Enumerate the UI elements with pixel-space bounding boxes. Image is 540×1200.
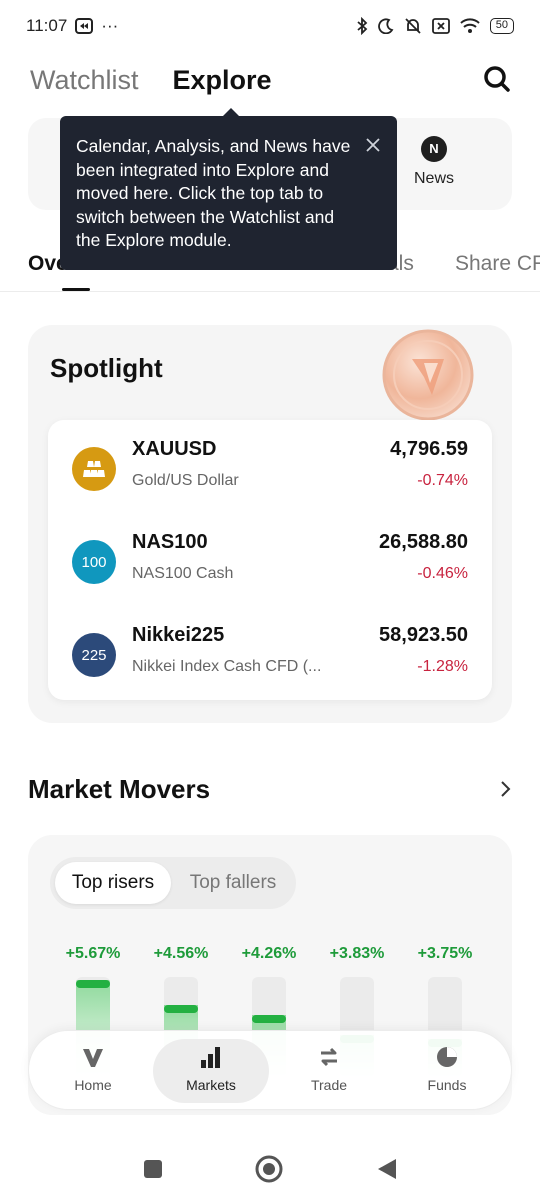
nav-markets-label: Markets	[186, 1077, 236, 1093]
nav-home-label: Home	[74, 1077, 112, 1093]
toggle-top-fallers[interactable]: Top fallers	[174, 862, 292, 904]
mover-change-label[interactable]: +3.83%	[320, 945, 394, 963]
tooltip-text: Calendar, Analysis, and News have been i…	[76, 136, 351, 250]
news-label: News	[413, 170, 454, 187]
spotlight-row-xauusd[interactable]: XAUUSD Gold/US Dollar 4,796.59 -0.74%	[48, 420, 492, 513]
bell-muted-icon	[404, 17, 422, 35]
home-circle-icon[interactable]	[254, 1154, 284, 1184]
spotlight-card: Spotlight XAUUSD Gold/US Dollar 4,796.59	[28, 325, 512, 723]
mover-change-label[interactable]: +4.56%	[144, 945, 218, 963]
top-header: Watchlist Explore	[0, 56, 540, 104]
tab-watchlist[interactable]: Watchlist	[30, 65, 139, 96]
gold-bars-icon	[72, 447, 116, 491]
tab-explore[interactable]: Explore	[173, 65, 272, 96]
news-icon: N	[421, 136, 447, 162]
nav-funds[interactable]: Funds	[387, 1031, 507, 1111]
swap-arrows-icon	[317, 1045, 341, 1069]
close-icon[interactable]	[365, 136, 381, 152]
mover-change-label[interactable]: +5.67%	[56, 945, 130, 963]
tooltip-arrow	[222, 108, 240, 117]
battery-indicator: 50	[489, 18, 514, 34]
spotlight-instrument-name: Gold/US Dollar	[132, 472, 239, 489]
mover-bar-cap	[252, 1015, 286, 1023]
system-nav-bar	[0, 1140, 540, 1196]
onboarding-tooltip: Calendar, Analysis, and News have been i…	[60, 108, 397, 270]
subtab-share-cfds[interactable]: Share CFDs	[455, 252, 540, 276]
back-triangle-icon[interactable]	[372, 1154, 402, 1184]
spotlight-price: 58,923.50	[379, 624, 468, 646]
recent-apps-icon[interactable]	[138, 1154, 168, 1184]
risers-fallers-toggle: Top risers Top fallers	[50, 857, 296, 909]
bar-chart-icon	[199, 1045, 223, 1069]
moon-icon	[377, 18, 394, 34]
brand-coin-logo-icon	[378, 327, 478, 427]
status-bar: 11:07 ··· 50	[0, 0, 540, 52]
status-time: 11:07	[26, 16, 68, 35]
home-logo-icon	[81, 1045, 105, 1069]
nav-trade-label: Trade	[310, 1077, 348, 1093]
spotlight-row-nikkei225[interactable]: 225 Nikkei225 Nikkei Index Cash CFD (...…	[48, 606, 492, 699]
pie-chart-icon	[435, 1045, 459, 1069]
spotlight-instrument-name: NAS100 Cash	[132, 565, 234, 582]
nav-funds-label: Funds	[427, 1077, 467, 1093]
toggle-top-risers[interactable]: Top risers	[55, 862, 171, 904]
spotlight-symbol: NAS100	[132, 531, 208, 553]
spotlight-list: XAUUSD Gold/US Dollar 4,796.59 -0.74% 10…	[48, 420, 492, 700]
nas100-badge-icon: 100	[72, 540, 116, 584]
status-right: 50	[356, 17, 514, 35]
nikkei225-badge-icon: 225	[72, 633, 116, 677]
nav-trade[interactable]: Trade	[269, 1031, 389, 1111]
shortcut-news[interactable]: N News	[404, 136, 464, 188]
spotlight-change: -1.28%	[417, 658, 468, 675]
mover-change-label[interactable]: +3.75%	[408, 945, 482, 963]
subtab-active-indicator	[62, 288, 90, 291]
spotlight-change: -0.46%	[417, 565, 468, 582]
market-movers-title: Market Movers	[28, 774, 211, 804]
no-sim-icon	[431, 18, 450, 34]
status-more-dots: ···	[101, 16, 119, 35]
mover-bar-cap	[76, 980, 110, 988]
wifi-icon	[460, 18, 480, 34]
bluetooth-icon	[356, 17, 368, 35]
status-left: 11:07 ···	[26, 16, 118, 36]
spotlight-title: Spotlight	[50, 353, 163, 383]
spotlight-change: -0.74%	[417, 472, 468, 489]
spotlight-symbol: XAUUSD	[132, 438, 217, 460]
bottom-nav: Home Markets Trade Funds	[28, 1030, 512, 1110]
chevron-right-icon[interactable]	[498, 780, 512, 798]
mover-change-label[interactable]: +4.26%	[232, 945, 306, 963]
spotlight-price: 4,796.59	[390, 438, 468, 460]
spotlight-instrument-name: Nikkei Index Cash CFD (...	[132, 658, 322, 675]
screen-cast-icon	[75, 18, 94, 34]
mover-bar-cap	[164, 1005, 198, 1013]
spotlight-symbol: Nikkei225	[132, 624, 225, 646]
spotlight-row-nas100[interactable]: 100 NAS100 NAS100 Cash 26,588.80 -0.46%	[48, 513, 492, 606]
search-icon[interactable]	[482, 64, 512, 94]
spotlight-price: 26,588.80	[379, 531, 468, 553]
nav-markets[interactable]: Markets	[151, 1031, 271, 1111]
nav-home[interactable]: Home	[33, 1031, 153, 1111]
